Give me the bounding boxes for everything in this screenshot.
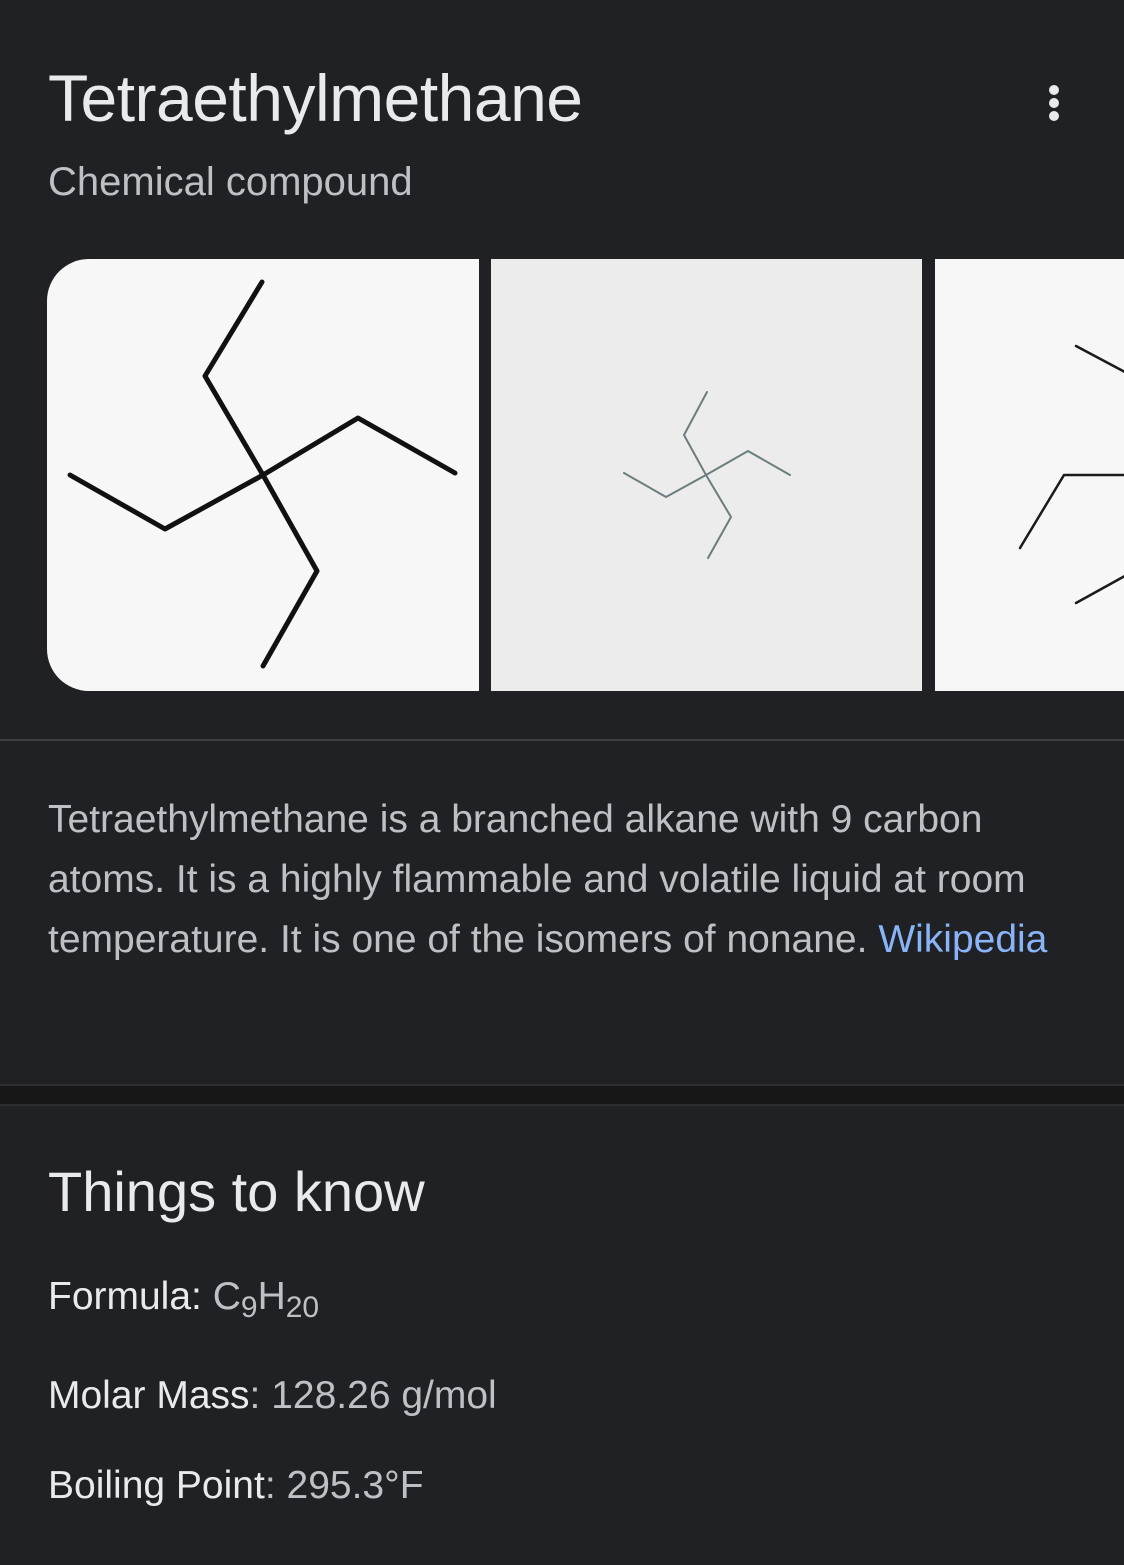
wikipedia-source-link[interactable]: Wikipedia bbox=[878, 918, 1047, 961]
fact-value: C9H20 bbox=[212, 1275, 320, 1324]
entity-subtitle: Chemical compound bbox=[48, 160, 413, 204]
entity-description: Tetraethylmethane is a branched alkane w… bbox=[48, 790, 1088, 970]
structure-image-3[interactable] bbox=[935, 259, 1124, 691]
skeletal-structure-icon bbox=[1018, 344, 1124, 605]
fact-formula: Formula: C9H20 bbox=[48, 1272, 320, 1324]
fact-molar-mass: Molar Mass: 128.26 g/mol bbox=[48, 1374, 497, 1417]
fact-label: Formula: bbox=[48, 1275, 202, 1318]
skeletal-structure-icon bbox=[67, 279, 458, 669]
fact-label[interactable]: Boiling Point bbox=[48, 1464, 265, 1507]
structure-image-1[interactable] bbox=[47, 259, 479, 691]
knowledge-panel-header: Tetraethylmethane Chemical compound bbox=[0, 0, 1124, 230]
fact-boiling-point: Boiling Point: 295.3°F bbox=[48, 1464, 424, 1507]
skeletal-structure-icon bbox=[623, 391, 791, 559]
more-vert-icon bbox=[1049, 85, 1059, 121]
page-title: Tetraethylmethane bbox=[48, 61, 583, 135]
fact-label[interactable]: Molar Mass bbox=[48, 1374, 250, 1417]
image-carousel[interactable] bbox=[47, 259, 1124, 691]
things-to-know-heading: Things to know bbox=[48, 1160, 425, 1223]
fact-value: 128.26 g/mol bbox=[271, 1374, 497, 1417]
more-options-button[interactable] bbox=[1030, 78, 1078, 126]
fact-value: 295.3°F bbox=[286, 1464, 424, 1507]
divider bbox=[0, 739, 1124, 741]
structure-image-2[interactable] bbox=[491, 259, 922, 691]
section-separator bbox=[0, 1084, 1124, 1106]
